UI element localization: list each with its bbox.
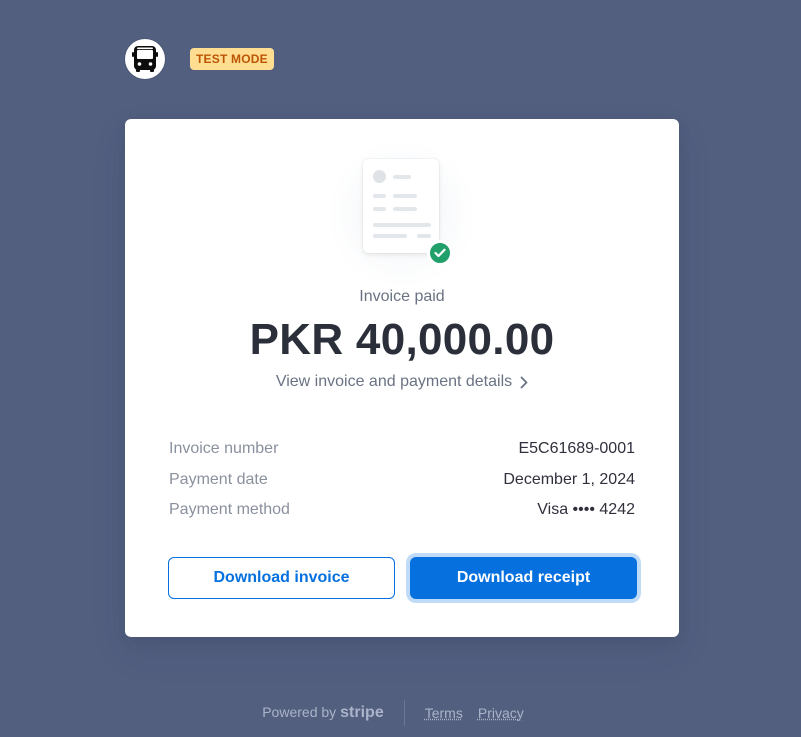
view-details-label: View invoice and payment details	[275, 373, 513, 390]
chevron-right-icon	[520, 376, 528, 388]
footer-divider	[403, 700, 405, 726]
info-label: Payment method	[169, 501, 290, 518]
powered-by-stripe[interactable]: Powered by stripe	[262, 704, 384, 722]
footer: Powered by stripe Terms Privacy	[0, 700, 801, 726]
info-label: Invoice number	[169, 440, 279, 457]
info-value: Visa •••• 4242	[537, 501, 635, 518]
info-row-payment-date: Payment date December 1, 2024	[169, 471, 635, 502]
header: TEST MODE	[125, 39, 274, 79]
document-icon	[363, 159, 439, 253]
stripe-logo: stripe	[340, 704, 384, 721]
info-label: Payment date	[169, 470, 268, 488]
invoice-paid-illustration	[327, 139, 477, 289]
view-details-link[interactable]: View invoice and payment details	[125, 373, 679, 391]
bus-icon	[132, 46, 158, 72]
invoice-amount: PKR 40,000.00	[249, 315, 555, 364]
download-invoice-button[interactable]: Download invoice	[168, 557, 395, 599]
info-row-payment-method: Payment method Visa •••• 4242	[169, 501, 635, 532]
invoice-card: Invoice paid PKR 40,000.00 View invoice …	[125, 119, 679, 637]
terms-link[interactable]: Terms	[425, 705, 463, 721]
info-row-invoice-number: Invoice number E5C61689-0001	[169, 440, 635, 471]
check-circle-icon	[427, 240, 453, 266]
download-receipt-button[interactable]: Download receipt	[410, 557, 637, 599]
info-value: December 1, 2024	[503, 470, 635, 488]
invoice-info-list: Invoice number E5C61689-0001 Payment dat…	[169, 440, 635, 532]
invoice-status: Invoice paid	[359, 288, 445, 305]
test-mode-badge: TEST MODE	[190, 48, 274, 70]
merchant-logo	[125, 39, 165, 79]
privacy-link[interactable]: Privacy	[478, 705, 524, 721]
info-value: E5C61689-0001	[518, 440, 635, 457]
powered-by-label: Powered by	[262, 704, 337, 720]
